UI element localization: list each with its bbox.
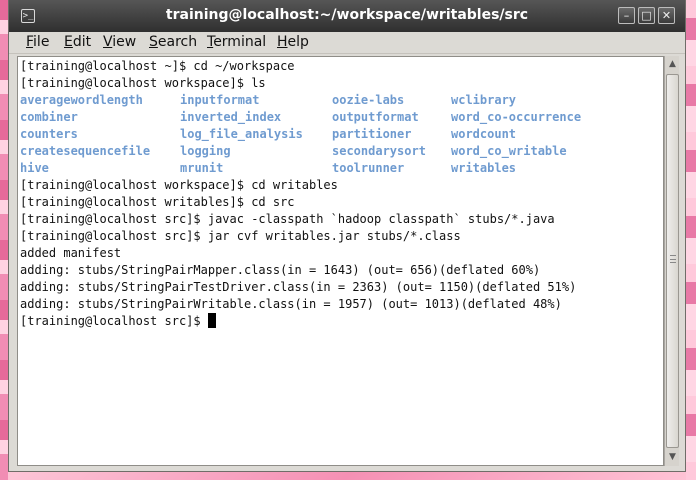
ls-row: averagewordlength inputformat oozie-labs… bbox=[20, 92, 663, 109]
directory-entry: outputformat bbox=[332, 110, 419, 124]
terminal-line: [training@localhost workspace]$ cd writa… bbox=[20, 178, 338, 192]
directory-entry: wclibrary bbox=[451, 93, 517, 107]
menu-search[interactable]: Search bbox=[149, 34, 197, 50]
directory-entry: logging bbox=[180, 144, 231, 158]
directory-entry: writables bbox=[451, 161, 517, 175]
desktop-wallpaper-left bbox=[0, 0, 8, 480]
minimize-button[interactable]: – bbox=[618, 7, 635, 24]
directory-entry: partitioner bbox=[332, 127, 412, 141]
directory-entry: hive bbox=[20, 161, 49, 175]
menu-view[interactable]: View bbox=[103, 34, 136, 50]
directory-entry: word_co-occurrence bbox=[451, 110, 582, 124]
scroll-down-arrow-icon[interactable]: ▼ bbox=[667, 452, 678, 463]
scrollbar-thumb[interactable] bbox=[666, 74, 679, 448]
directory-entry: combiner bbox=[20, 110, 78, 124]
directory-entry: averagewordlength bbox=[20, 93, 143, 107]
vertical-scrollbar[interactable]: ▲ ▼ bbox=[664, 56, 679, 466]
terminal-output[interactable]: [training@localhost ~]$ cd ~/workspace [… bbox=[17, 56, 664, 466]
menu-bar: File Edit View Search Terminal Help bbox=[9, 32, 685, 54]
ls-row: counters log_file_analysis partitioner w… bbox=[20, 126, 663, 143]
terminal-line: [training@localhost writables]$ cd src bbox=[20, 195, 295, 209]
menu-help[interactable]: Help bbox=[277, 34, 309, 50]
directory-entry: word_co_writable bbox=[451, 144, 567, 158]
menu-terminal[interactable]: Terminal bbox=[207, 34, 266, 50]
ls-row: hive mrunit toolrunner writables bbox=[20, 160, 663, 177]
directory-entry: mrunit bbox=[180, 161, 224, 175]
desktop-wallpaper-right bbox=[686, 0, 696, 480]
ls-row: createsequencefile logging secondarysort… bbox=[20, 143, 663, 160]
directory-entry: wordcount bbox=[451, 127, 517, 141]
prompt: [training@localhost src]$ bbox=[20, 314, 208, 328]
terminal-line: [training@localhost src]$ javac -classpa… bbox=[20, 212, 555, 226]
directory-entry: toolrunner bbox=[332, 161, 405, 175]
terminal-line: adding: stubs/StringPairWritable.class(i… bbox=[20, 297, 562, 311]
maximize-button[interactable]: □ bbox=[638, 7, 655, 24]
directory-entry: counters bbox=[20, 127, 78, 141]
terminal-line: added manifest bbox=[20, 246, 122, 260]
scroll-up-arrow-icon[interactable]: ▲ bbox=[667, 59, 678, 70]
directory-entry: inverted_index bbox=[180, 110, 282, 124]
directory-entry: oozie-labs bbox=[332, 93, 405, 107]
grip-icon bbox=[670, 255, 676, 263]
window-title: training@localhost:~/workspace/writables… bbox=[165, 7, 529, 23]
prompt-line: [training@localhost src]$ bbox=[20, 313, 663, 330]
terminal-window: >_ training@localhost:~/workspace/writab… bbox=[8, 0, 686, 472]
terminal-line: adding: stubs/StringPairTestDriver.class… bbox=[20, 280, 577, 294]
text-cursor bbox=[207, 313, 216, 328]
title-bar[interactable]: >_ training@localhost:~/workspace/writab… bbox=[9, 0, 685, 32]
ls-row: combiner inverted_index outputformat wor… bbox=[20, 109, 663, 126]
directory-entry: createsequencefile bbox=[20, 144, 151, 158]
terminal-line: [training@localhost workspace]$ ls bbox=[20, 76, 266, 90]
directory-entry: inputformat bbox=[180, 93, 260, 107]
menu-edit[interactable]: Edit bbox=[64, 34, 91, 50]
terminal-line: [training@localhost ~]$ cd ~/workspace bbox=[20, 59, 295, 73]
directory-entry: secondarysort bbox=[332, 144, 426, 158]
directory-entry: log_file_analysis bbox=[180, 127, 303, 141]
terminal-line: adding: stubs/StringPairMapper.class(in … bbox=[20, 263, 541, 277]
menu-file[interactable]: File bbox=[26, 34, 49, 50]
terminal-line: [training@localhost src]$ jar cvf writab… bbox=[20, 229, 461, 243]
close-button[interactable]: ✕ bbox=[658, 7, 675, 24]
